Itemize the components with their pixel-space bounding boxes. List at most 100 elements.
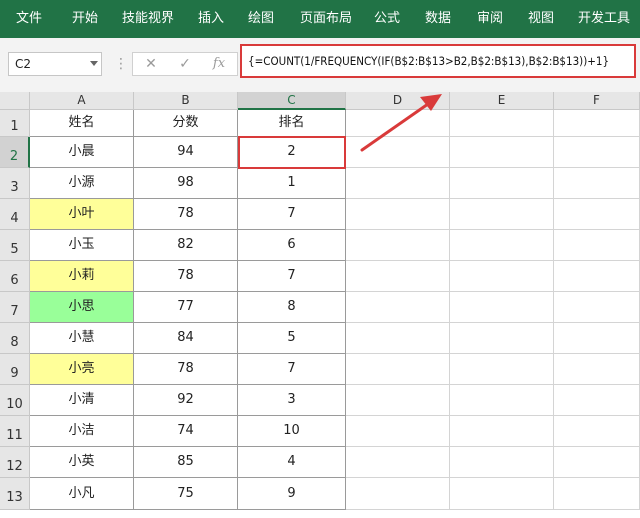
cell-f3[interactable] — [554, 168, 640, 199]
row-header-1[interactable]: 1 — [0, 110, 30, 137]
cell-a6[interactable]: 小莉 — [30, 261, 134, 292]
row-header-7[interactable]: 7 — [0, 292, 30, 323]
cell-a11[interactable]: 小洁 — [30, 416, 134, 447]
cell-c8[interactable]: 5 — [238, 323, 346, 354]
cell-d13[interactable] — [346, 478, 450, 510]
cell-d2[interactable] — [346, 137, 450, 168]
cell-e11[interactable] — [450, 416, 554, 447]
cell-f1[interactable] — [554, 110, 640, 137]
row-header-5[interactable]: 5 — [0, 230, 30, 261]
cell-a3[interactable]: 小源 — [30, 168, 134, 199]
cell-d9[interactable] — [346, 354, 450, 385]
row-header-2[interactable]: 2 — [0, 137, 30, 168]
cell-d11[interactable] — [346, 416, 450, 447]
row-header-3[interactable]: 3 — [0, 168, 30, 199]
cell-c9[interactable]: 7 — [238, 354, 346, 385]
cell-a7[interactable]: 小思 — [30, 292, 134, 323]
menu-item-review[interactable]: 审阅 — [477, 0, 503, 38]
cell-e6[interactable] — [450, 261, 554, 292]
cell-e12[interactable] — [450, 447, 554, 478]
cell-f12[interactable] — [554, 447, 640, 478]
cell-d7[interactable] — [346, 292, 450, 323]
cell-a4[interactable]: 小叶 — [30, 199, 134, 230]
cell-e1[interactable] — [450, 110, 554, 137]
name-box-dropdown-icon[interactable] — [90, 61, 98, 66]
menu-item-draw[interactable]: 绘图 — [248, 0, 274, 38]
cell-b6[interactable]: 78 — [134, 261, 238, 292]
cell-a1[interactable]: 姓名 — [30, 110, 134, 137]
cell-f4[interactable] — [554, 199, 640, 230]
cell-f10[interactable] — [554, 385, 640, 416]
cell-b9[interactable]: 78 — [134, 354, 238, 385]
cell-a8[interactable]: 小慧 — [30, 323, 134, 354]
cell-f13[interactable] — [554, 478, 640, 510]
cell-b10[interactable]: 92 — [134, 385, 238, 416]
cancel-icon[interactable]: ✕ — [140, 52, 162, 76]
cell-b4[interactable]: 78 — [134, 199, 238, 230]
column-header-c[interactable]: C — [238, 92, 346, 110]
column-header-f[interactable]: F — [554, 92, 640, 110]
cell-a2[interactable]: 小晨 — [30, 137, 134, 168]
cell-d12[interactable] — [346, 447, 450, 478]
cell-a12[interactable]: 小英 — [30, 447, 134, 478]
menu-item-home[interactable]: 开始 — [72, 0, 98, 38]
cell-f11[interactable] — [554, 416, 640, 447]
cell-b2[interactable]: 94 — [134, 137, 238, 168]
row-header-12[interactable]: 12 — [0, 447, 30, 478]
cell-d4[interactable] — [346, 199, 450, 230]
cell-a10[interactable]: 小清 — [30, 385, 134, 416]
cell-b3[interactable]: 98 — [134, 168, 238, 199]
row-header-8[interactable]: 8 — [0, 323, 30, 354]
menu-item-data[interactable]: 数据 — [425, 0, 451, 38]
row-header-9[interactable]: 9 — [0, 354, 30, 385]
cell-e10[interactable] — [450, 385, 554, 416]
name-box[interactable]: C2 — [8, 52, 102, 76]
cell-f9[interactable] — [554, 354, 640, 385]
column-header-e[interactable]: E — [450, 92, 554, 110]
cell-a5[interactable]: 小玉 — [30, 230, 134, 261]
cell-c12[interactable]: 4 — [238, 447, 346, 478]
cell-f5[interactable] — [554, 230, 640, 261]
menu-item-view[interactable]: 视图 — [528, 0, 554, 38]
cell-c13[interactable]: 9 — [238, 478, 346, 510]
cell-c5[interactable]: 6 — [238, 230, 346, 261]
cell-b11[interactable]: 74 — [134, 416, 238, 447]
menu-item-insert[interactable]: 插入 — [198, 0, 224, 38]
formula-input[interactable]: {=COUNT(1/FREQUENCY(IF(B$2:B$13>B2,B$2:B… — [240, 44, 636, 78]
select-all-corner[interactable] — [0, 92, 30, 110]
cell-e9[interactable] — [450, 354, 554, 385]
row-header-11[interactable]: 11 — [0, 416, 30, 447]
cell-d6[interactable] — [346, 261, 450, 292]
cell-e8[interactable] — [450, 323, 554, 354]
cell-c2[interactable]: 2 — [238, 137, 346, 168]
cell-b13[interactable]: 75 — [134, 478, 238, 510]
row-header-10[interactable]: 10 — [0, 385, 30, 416]
cell-c11[interactable]: 10 — [238, 416, 346, 447]
cell-c3[interactable]: 1 — [238, 168, 346, 199]
cell-f6[interactable] — [554, 261, 640, 292]
cell-a9[interactable]: 小亮 — [30, 354, 134, 385]
cell-e2[interactable] — [450, 137, 554, 168]
cell-b1[interactable]: 分数 — [134, 110, 238, 137]
cell-e4[interactable] — [450, 199, 554, 230]
cell-b7[interactable]: 77 — [134, 292, 238, 323]
column-header-a[interactable]: A — [30, 92, 134, 110]
row-header-6[interactable]: 6 — [0, 261, 30, 292]
menu-item-developer[interactable]: 开发工具 — [578, 0, 630, 38]
fx-icon[interactable]: fx — [208, 52, 230, 76]
cell-e3[interactable] — [450, 168, 554, 199]
cell-d8[interactable] — [346, 323, 450, 354]
menu-item-layout[interactable]: 页面布局 — [300, 0, 352, 38]
cell-e7[interactable] — [450, 292, 554, 323]
cell-c10[interactable]: 3 — [238, 385, 346, 416]
cell-f8[interactable] — [554, 323, 640, 354]
cell-b8[interactable]: 84 — [134, 323, 238, 354]
cell-c4[interactable]: 7 — [238, 199, 346, 230]
cell-d3[interactable] — [346, 168, 450, 199]
menu-item-skills[interactable]: 技能视界 — [122, 0, 174, 38]
row-header-13[interactable]: 13 — [0, 478, 30, 510]
column-header-d[interactable]: D — [346, 92, 450, 110]
cell-a13[interactable]: 小凡 — [30, 478, 134, 510]
cell-b12[interactable]: 85 — [134, 447, 238, 478]
column-header-b[interactable]: B — [134, 92, 238, 110]
